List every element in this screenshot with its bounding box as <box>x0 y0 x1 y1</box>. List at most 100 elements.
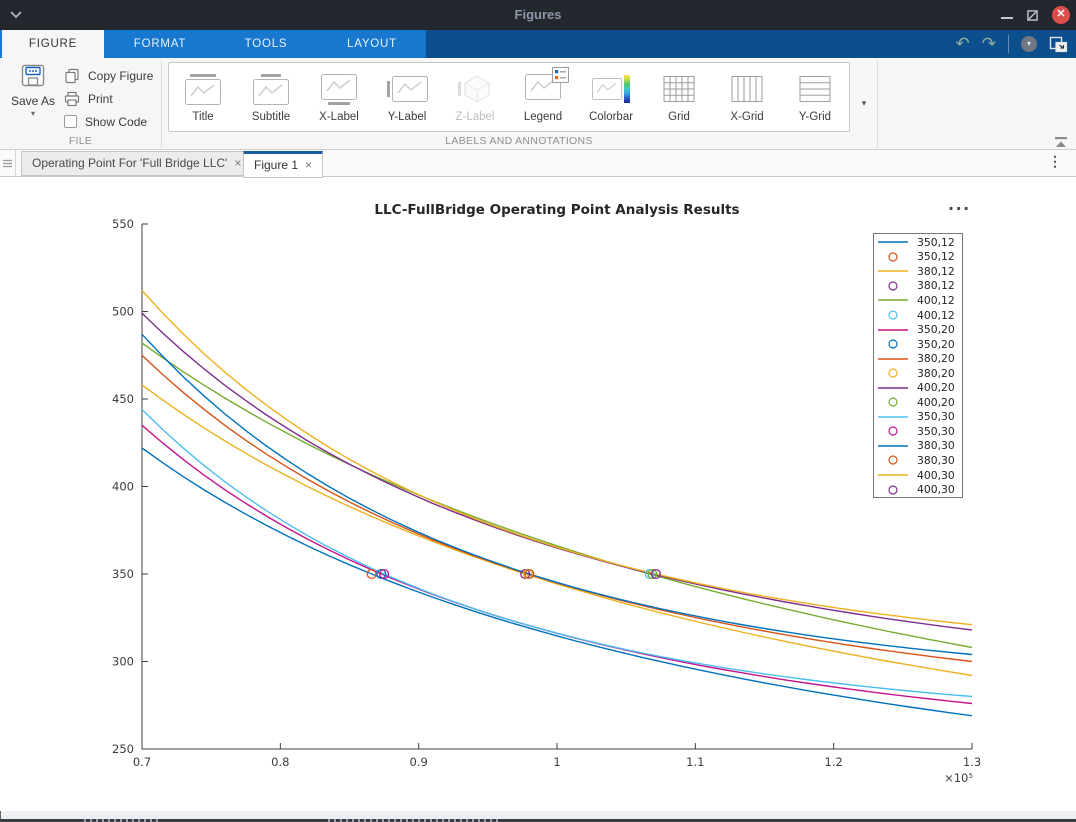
gallery-item-label: Y-Grid <box>799 111 831 123</box>
print-label: Print <box>88 92 113 106</box>
legend-line-sample <box>874 235 912 249</box>
title-icon <box>185 68 221 110</box>
legend-entry-label: 400,30 <box>917 483 955 496</box>
x-tick-label: 0.7 <box>133 755 151 769</box>
legend-entry: 400,12 <box>874 308 962 323</box>
legend-entry: 380,12 <box>874 279 962 294</box>
gallery-item-label: Colorbar <box>589 111 633 123</box>
legend-line-sample <box>874 352 912 366</box>
legend-entry-label: 350,12 <box>917 236 955 249</box>
y-tick-label: 550 <box>112 217 134 231</box>
legend-marker-sample <box>874 395 912 409</box>
tab-close-icon[interactable]: × <box>305 158 312 172</box>
figure-tab-bar: Operating Point For 'Full Bridge LLC' × F… <box>0 150 1076 177</box>
legend-marker-sample <box>874 453 912 467</box>
restore-button[interactable] <box>1027 10 1038 21</box>
gallery-item-title[interactable]: Title <box>169 63 237 131</box>
ribbon-tab-format[interactable]: FORMAT <box>107 30 213 58</box>
figure-tab-label: Operating Point For 'Full Bridge LLC' <box>32 156 227 170</box>
legend-entry-label: 380,12 <box>917 279 955 292</box>
z-label-icon <box>455 68 495 110</box>
legend-marker-sample <box>874 483 912 497</box>
figure-tab-operating-point[interactable]: Operating Point For 'Full Bridge LLC' × <box>21 151 252 176</box>
subtitle-icon <box>253 68 289 110</box>
tab-close-icon[interactable]: × <box>234 156 241 170</box>
quick-access-chevron-icon[interactable]: ▾ <box>1021 36 1037 52</box>
minimize-button[interactable] <box>1001 17 1013 19</box>
gallery-item-grid[interactable]: Grid <box>645 63 713 131</box>
ribbon-tab-figure[interactable]: FIGURE <box>2 30 104 58</box>
gallery-item-colorbar[interactable]: Colorbar <box>577 63 645 131</box>
gallery-item-legend[interactable]: Legend <box>509 63 577 131</box>
series-line-380,30 <box>142 334 972 654</box>
gallery-item-y-label[interactable]: Y-Label <box>373 63 441 131</box>
save-as-button[interactable]: Save As ▾ <box>10 64 56 124</box>
labels-annotations-gallery: TitleSubtitleX-LabelY-LabelZ-LabelLegend… <box>168 62 850 132</box>
series-line-350,20 <box>142 425 972 703</box>
gallery-item-y-grid[interactable]: Y-Grid <box>781 63 849 131</box>
gallery-item-label: X-Grid <box>730 111 763 123</box>
legend-entry-label: 350,30 <box>917 425 955 438</box>
redo-icon[interactable]: ↷ <box>982 30 996 58</box>
save-as-dropdown-icon[interactable]: ▾ <box>10 109 56 118</box>
pop-out-window-icon[interactable] <box>1049 36 1068 53</box>
axes-toolbar-ellipsis[interactable]: ... <box>948 195 971 214</box>
axes-frame <box>142 224 972 749</box>
gallery-item-x-label[interactable]: X-Label <box>305 63 373 131</box>
tab-overflow-menu-icon[interactable]: ⋮ <box>1048 153 1062 170</box>
colorbar-icon <box>592 68 630 110</box>
legend-entry-label: 400,20 <box>917 381 955 394</box>
y-tick-label: 350 <box>112 567 134 581</box>
legend-entry: 400,20 <box>874 395 962 410</box>
tabbar-grip-handle[interactable] <box>0 150 16 176</box>
legend-entry: 350,12 <box>874 250 962 265</box>
legend-entry: 350,20 <box>874 337 962 352</box>
legend-entry: 380,20 <box>874 366 962 381</box>
legend-entry-label: 380,20 <box>917 367 955 380</box>
legend-entry-label: 350,12 <box>917 250 955 263</box>
x-label-icon <box>321 68 357 110</box>
toolbar-divider <box>1008 35 1009 53</box>
plot-legend[interactable]: 350,12350,12380,12380,12400,12400,12350,… <box>873 233 963 498</box>
print-icon <box>64 91 80 107</box>
file-section-label: FILE <box>0 135 161 149</box>
window-bottom-strip <box>0 811 1076 819</box>
legend-entry: 350,30 <box>874 424 962 439</box>
undo-icon[interactable]: ↶ <box>956 30 970 58</box>
ribbon-tab-layout[interactable]: LAYOUT <box>319 30 425 58</box>
legend-entry-label: 350,20 <box>917 338 955 351</box>
ribbon-tab-strip: FIGURE FORMAT TOOLS LAYOUT ↶ ↷ ▾ <box>0 30 1076 58</box>
y-label-icon <box>387 68 428 110</box>
series-line-400,12 <box>142 343 972 648</box>
copy-figure-label: Copy Figure <box>88 69 153 83</box>
save-icon <box>20 64 47 87</box>
legend-entry: 400,20 <box>874 380 962 395</box>
close-button[interactable]: ✕ <box>1052 6 1070 24</box>
figure-tab-figure-1[interactable]: Figure 1× <box>243 151 323 178</box>
y-tick-label: 450 <box>112 392 134 406</box>
gallery-item-x-grid[interactable]: X-Grid <box>713 63 781 131</box>
show-code-toggle[interactable]: Show Code <box>64 110 153 133</box>
print-button[interactable]: Print <box>64 87 153 110</box>
save-as-label: Save As <box>10 94 56 108</box>
series-line-380,20 <box>142 355 972 661</box>
copy-figure-button[interactable]: Copy Figure <box>64 64 153 87</box>
legend-entry-label: 380,30 <box>917 439 955 452</box>
series-line-380,12 <box>142 385 972 676</box>
legend-entry-label: 400,30 <box>917 469 955 482</box>
gallery-item-label: Subtitle <box>252 111 290 123</box>
legend-marker-sample <box>874 366 912 380</box>
show-code-label: Show Code <box>85 115 147 129</box>
collapse-ribbon-button[interactable] <box>1052 136 1070 149</box>
y-tick-label: 300 <box>112 655 134 669</box>
x-tick-label: 1.3 <box>963 755 981 769</box>
ribbon-tab-tools[interactable]: TOOLS <box>213 30 319 58</box>
gallery-dropdown-icon[interactable]: ▾ <box>855 94 873 112</box>
legend-marker-sample <box>874 424 912 438</box>
legend-entry: 380,20 <box>874 351 962 366</box>
show-code-checkbox[interactable] <box>64 115 77 128</box>
grid-icon <box>663 68 695 110</box>
y-tick-label: 500 <box>112 305 134 319</box>
gallery-item-subtitle[interactable]: Subtitle <box>237 63 305 131</box>
legend-marker-sample <box>874 308 912 322</box>
